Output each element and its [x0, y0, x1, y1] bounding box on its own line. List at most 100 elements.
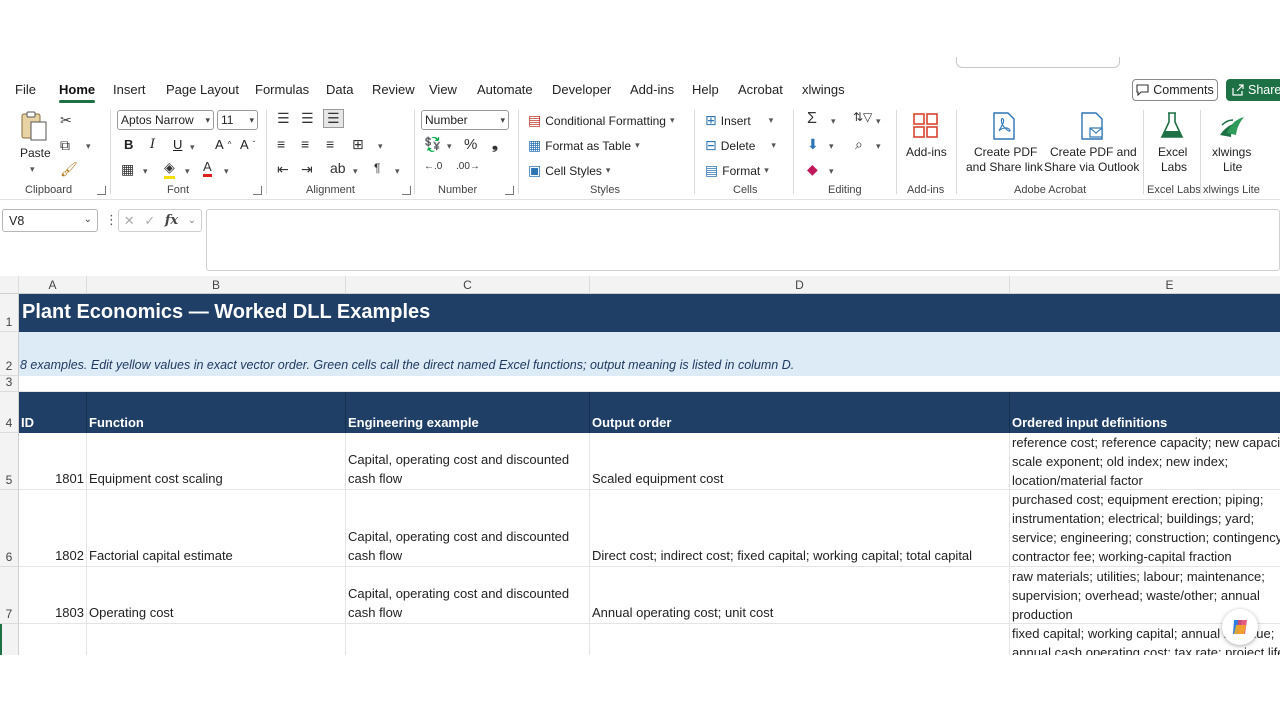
- fill-chevron-icon[interactable]: ▾: [829, 141, 834, 152]
- create-pdf-link-label-1[interactable]: Create PDF: [974, 145, 1037, 160]
- table-cell-output[interactable]: Direct cost; indirect cost; fixed capita…: [590, 490, 1010, 567]
- table-cell-inputs[interactable]: reference cost; reference capacity; new …: [1010, 433, 1280, 490]
- chevron-down-icon[interactable]: ⌄: [188, 215, 196, 226]
- add-ins-button-label[interactable]: Add-ins: [906, 145, 947, 160]
- table-cell-id[interactable]: [19, 624, 87, 655]
- font-size-dropdown[interactable]: 11 ▾: [217, 110, 258, 130]
- sheet-subtitle[interactable]: 8 examples. Edit yellow values in exact …: [19, 332, 1280, 376]
- row-header-4[interactable]: 4: [0, 392, 19, 433]
- font-launcher-icon[interactable]: [253, 186, 262, 195]
- formula-input[interactable]: [206, 209, 1280, 271]
- align-bottom-icon[interactable]: ☰: [323, 109, 344, 128]
- alignment-launcher-icon[interactable]: [402, 186, 411, 195]
- table-cell-output[interactable]: Annual operating cost; unit cost: [590, 567, 1010, 624]
- comma-style-icon[interactable]: ❟: [492, 136, 498, 153]
- row-header-1[interactable]: 1: [0, 294, 19, 332]
- format-as-table-button[interactable]: ▦ Format as Table ▾: [528, 137, 640, 154]
- grow-font-icon[interactable]: A ^: [215, 137, 231, 152]
- accounting-format-icon[interactable]: 💱: [424, 136, 441, 153]
- table-cell-function[interactable]: Operating cost: [87, 567, 346, 624]
- decrease-decimal-icon[interactable]: .00→: [456, 161, 480, 172]
- comments-button[interactable]: Comments: [1132, 79, 1218, 101]
- conditional-formatting-button[interactable]: ▤ Conditional Formatting ▾: [528, 112, 675, 129]
- name-box[interactable]: V8 ⌄: [2, 209, 98, 232]
- format-painter-icon[interactable]: 🖌: [60, 161, 78, 178]
- cut-icon[interactable]: ✂: [60, 112, 72, 129]
- fill-color-icon[interactable]: ◈: [164, 159, 175, 179]
- bold-button[interactable]: B: [124, 137, 133, 152]
- paste-icon[interactable]: [18, 110, 50, 142]
- sort-chevron-icon[interactable]: ▾: [876, 116, 881, 127]
- table-cell-output[interactable]: Scaled equipment cost: [590, 433, 1010, 490]
- column-header-a[interactable]: A: [19, 276, 87, 294]
- italic-button[interactable]: I: [150, 137, 155, 152]
- table-cell-id[interactable]: 1802: [19, 490, 87, 567]
- search-box[interactable]: [956, 57, 1120, 68]
- add-ins-icon[interactable]: [910, 110, 942, 142]
- find-chevron-icon[interactable]: ▾: [876, 141, 881, 152]
- copilot-button[interactable]: [1222, 609, 1258, 645]
- format-cells-button[interactable]: ▤ Format ▾: [705, 162, 769, 179]
- tab-insert[interactable]: Insert: [113, 82, 146, 97]
- merge-chevron-icon[interactable]: ▾: [378, 141, 383, 152]
- xlwings-label-1[interactable]: xlwings: [1212, 145, 1251, 160]
- table-cell-function[interactable]: Equipment cost scaling: [87, 433, 346, 490]
- create-pdf-outlook-label-1[interactable]: Create PDF and: [1050, 145, 1137, 160]
- more-options-icon[interactable]: ⋮: [105, 212, 118, 228]
- decrease-indent-icon[interactable]: ⇤: [277, 161, 289, 178]
- orientation-chevron-icon[interactable]: ▾: [353, 166, 358, 177]
- tab-view[interactable]: View: [429, 82, 457, 97]
- xlwings-label-2[interactable]: Lite: [1223, 160, 1242, 175]
- paste-label[interactable]: Paste: [20, 146, 51, 161]
- column-header-e[interactable]: E: [1010, 276, 1280, 294]
- pdf-outlook-icon[interactable]: [1076, 110, 1108, 142]
- excel-labs-label-2[interactable]: Labs: [1161, 160, 1187, 175]
- tab-developer[interactable]: Developer: [552, 82, 611, 97]
- header-engineering-example[interactable]: Engineering example: [346, 392, 590, 433]
- table-cell-function[interactable]: Factorial capital estimate: [87, 490, 346, 567]
- align-middle-icon[interactable]: ☰: [301, 110, 314, 127]
- fill-icon[interactable]: ⬇: [807, 136, 819, 153]
- cell-styles-button[interactable]: ▣ Cell Styles ▾: [528, 162, 610, 179]
- clipboard-launcher-icon[interactable]: [97, 186, 106, 195]
- clear-icon[interactable]: ◆: [807, 161, 818, 178]
- excel-labs-label-1[interactable]: Excel: [1158, 145, 1187, 160]
- font-color-icon[interactable]: A: [203, 159, 212, 177]
- tab-home[interactable]: Home: [59, 82, 96, 103]
- row-header-6[interactable]: 6: [0, 490, 19, 567]
- increase-decimal-icon[interactable]: ←.0: [424, 161, 442, 172]
- borders-icon[interactable]: ▦: [121, 161, 134, 178]
- orientation-icon[interactable]: ab: [330, 160, 346, 176]
- table-cell-example[interactable]: Capital, operating cost and discounted c…: [346, 433, 590, 490]
- align-top-icon[interactable]: ☰: [277, 110, 290, 127]
- tab-add-ins[interactable]: Add-ins: [630, 82, 674, 97]
- pdf-link-icon[interactable]: [988, 110, 1020, 142]
- table-cell-id[interactable]: 1801: [19, 433, 87, 490]
- copy-icon[interactable]: ⧉: [60, 137, 70, 154]
- table-cell-example[interactable]: [346, 624, 590, 655]
- fill-chevron-icon[interactable]: ▾: [185, 166, 190, 177]
- blank-row[interactable]: [19, 376, 1280, 392]
- autosum-icon[interactable]: Σ: [807, 110, 817, 128]
- create-pdf-link-label-2[interactable]: and Share link: [966, 160, 1043, 175]
- accounting-chevron-icon[interactable]: ▾: [447, 141, 452, 152]
- column-header-d[interactable]: D: [590, 276, 1010, 294]
- create-pdf-outlook-label-2[interactable]: Share via Outlook: [1044, 160, 1139, 175]
- table-cell-id[interactable]: 1803: [19, 567, 87, 624]
- underline-button[interactable]: U: [173, 137, 182, 152]
- xlwings-icon[interactable]: [1216, 110, 1248, 142]
- column-header-c[interactable]: C: [346, 276, 590, 294]
- align-center-icon[interactable]: ≡: [301, 136, 309, 152]
- tab-xlwings[interactable]: xlwings: [802, 82, 845, 97]
- table-cell-function[interactable]: [87, 624, 346, 655]
- enter-icon[interactable]: ✓: [144, 213, 155, 229]
- share-button[interactable]: Share: [1226, 79, 1280, 101]
- find-select-icon[interactable]: ⌕: [855, 136, 863, 153]
- tab-review[interactable]: Review: [372, 82, 415, 97]
- copy-chevron-icon[interactable]: ▾: [86, 141, 91, 152]
- underline-chevron-icon[interactable]: ▾: [190, 142, 195, 153]
- row-header-8[interactable]: [0, 624, 19, 655]
- sort-filter-icon[interactable]: ⇅▽: [853, 110, 872, 124]
- merge-center-icon[interactable]: ⊞: [352, 136, 364, 153]
- insert-function-icon[interactable]: fx: [165, 213, 178, 228]
